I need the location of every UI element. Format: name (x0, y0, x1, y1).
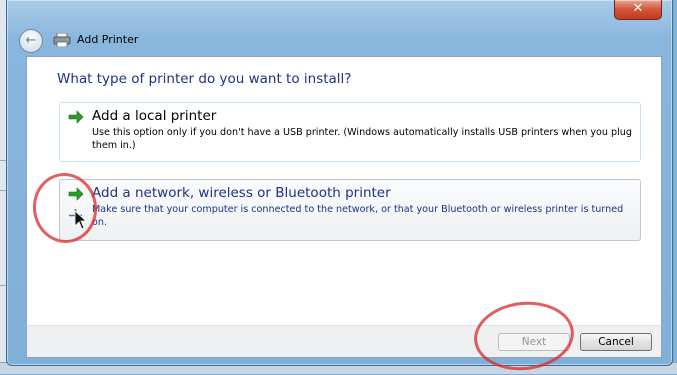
back-arrow-icon: ← (25, 33, 37, 48)
green-arrow-icon (68, 110, 84, 124)
option-title: Add a local printer (92, 108, 217, 124)
add-network-printer-option[interactable]: Add a network, wireless or Bluetooth pri… (59, 179, 641, 241)
back-button[interactable]: ← (19, 29, 43, 53)
page-heading: What type of printer do you want to inst… (57, 71, 352, 87)
option-title: Add a network, wireless or Bluetooth pri… (92, 185, 391, 201)
close-icon: ✕ (632, 1, 644, 16)
close-button[interactable]: ✕ (614, 0, 662, 20)
cancel-button[interactable]: Cancel (580, 333, 652, 351)
green-arrow-icon (68, 187, 84, 201)
add-printer-window: ✕ ← Add Printer What type of printer do … (6, 0, 673, 366)
dialog-content: What type of printer do you want to inst… (26, 56, 662, 326)
option-description: Make sure that your computer is connecte… (92, 204, 624, 228)
button-bar: Next Cancel (26, 325, 662, 358)
option-description: Use this option only if you don't have a… (92, 127, 632, 151)
next-button[interactable]: Next (498, 333, 570, 351)
navigation-bar: ← Add Printer (15, 27, 663, 55)
add-local-printer-option[interactable]: Add a local printer Use this option only… (59, 102, 641, 162)
mouse-cursor-icon (74, 210, 88, 230)
printer-icon (53, 33, 71, 47)
window-title: Add Printer (77, 33, 139, 46)
